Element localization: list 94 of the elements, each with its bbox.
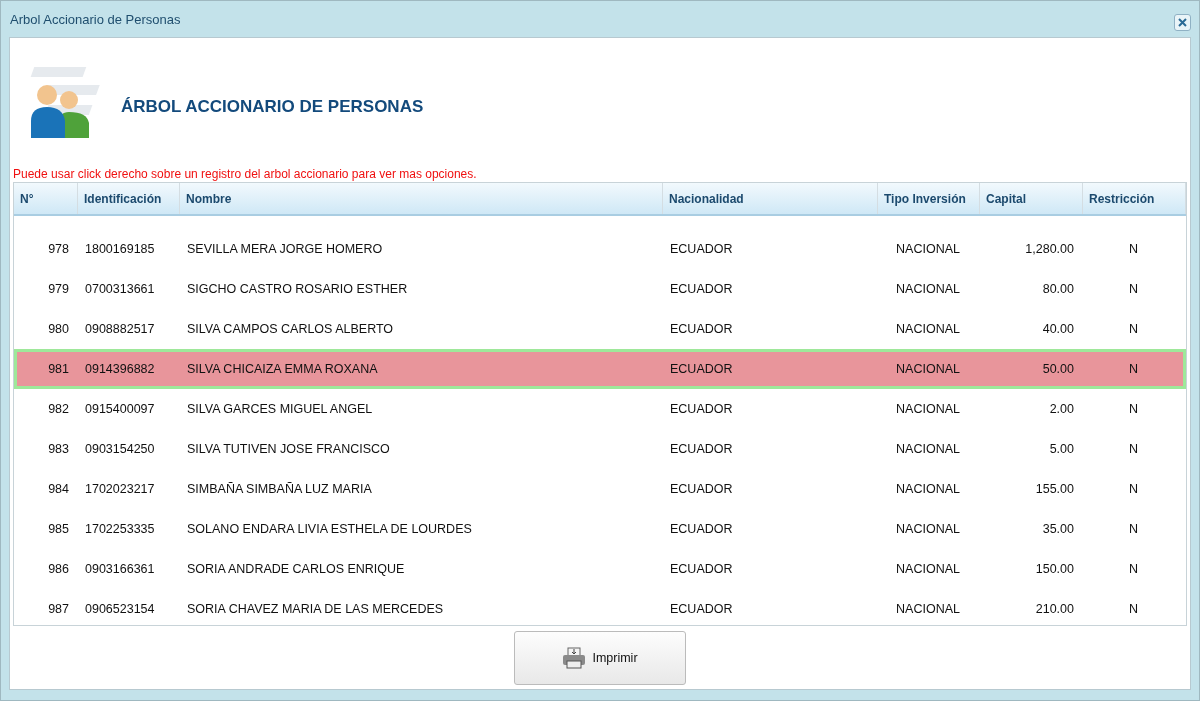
- table-row[interactable]: 984 1702023217 SIMBAÑA SIMBAÑA LUZ MARIA ECUADOR NACIONAL 155.00 N: [14, 469, 1186, 509]
- table-cell-text: 210.00: [1034, 602, 1075, 616]
- table-cell-text: 80.00: [1041, 282, 1075, 296]
- table-cell-text: 5.00: [1048, 442, 1075, 456]
- table-cell-text: NACIONAL: [895, 362, 961, 376]
- table-cell-text: 50.00: [1041, 362, 1075, 376]
- table-cell-text: 986: [47, 562, 70, 576]
- column-header[interactable]: Capital: [980, 183, 1083, 214]
- table-cell-text: 0903166361: [84, 562, 156, 576]
- table-cell-text: 980: [47, 322, 70, 336]
- table-cell-text: NACIONAL: [895, 482, 961, 496]
- table-cell-text: 1702023217: [84, 482, 156, 496]
- table-cell-text: 0700313661: [84, 282, 156, 296]
- table-cell-text: SIGCHO CASTRO ROSARIO ESTHER: [186, 282, 409, 296]
- table-row[interactable]: 979 0700313661 SIGCHO CASTRO ROSARIO ESTHER ECUADOR NACIONAL 80.00 N: [14, 269, 1186, 309]
- table-cell-text: NACIONAL: [895, 522, 961, 536]
- table-cell-text: N: [1128, 442, 1139, 456]
- table-cell-text: SOLANO ENDARA LIVIA ESTHELA DE LOURDES: [186, 522, 473, 536]
- table-cell-text: 35.00: [1041, 522, 1075, 536]
- column-header[interactable]: Tipo Inversión: [878, 183, 980, 214]
- table-cell-text: 1702253335: [84, 522, 156, 536]
- table-cell-text: ECUADOR: [669, 562, 734, 576]
- table-cell-text: SILVA CHICAIZA EMMA ROXANA: [186, 362, 379, 376]
- table-cell-text: SILVA CAMPOS CARLOS ALBERTO: [186, 322, 395, 336]
- column-header[interactable]: Nacionalidad: [663, 183, 878, 214]
- table-cell-text: NACIONAL: [895, 282, 961, 296]
- column-header[interactable]: Identificación: [78, 183, 180, 214]
- table-cell-text: 155.00: [1034, 482, 1075, 496]
- table-cell-text: ECUADOR: [669, 322, 734, 336]
- table-cell-text: N: [1128, 322, 1139, 336]
- table-cell-text: 981: [47, 362, 70, 376]
- page-heading: ÁRBOL ACCIONARIO DE PERSONAS: [121, 97, 424, 117]
- table-cell-text: 979: [47, 282, 70, 296]
- table-row[interactable]: 983 0903154250 SILVA TUTIVEN JOSE FRANCISCO ECUADOR NACIONAL 5.00 N: [14, 429, 1186, 469]
- table-cell-text: 987: [47, 602, 70, 616]
- table-cell-text: 1,280.00: [1024, 242, 1075, 256]
- table-cell-text: 984: [47, 482, 70, 496]
- table-row[interactable]: 982 0915400097 SILVA GARCES MIGUEL ANGEL ECUADOR NACIONAL 2.00 N: [14, 389, 1186, 429]
- column-header[interactable]: Nombre: [180, 183, 663, 214]
- table-cell-text: N: [1128, 602, 1139, 616]
- table-cell-text: N: [1128, 482, 1139, 496]
- column-header[interactable]: N°: [14, 183, 78, 214]
- table-cell-text: NACIONAL: [895, 322, 961, 336]
- table-cell-text: ECUADOR: [669, 402, 734, 416]
- table-cell-text: 1800169185: [84, 242, 156, 256]
- table-cell-text: ECUADOR: [669, 442, 734, 456]
- table-cell-text: 982: [47, 402, 70, 416]
- printer-icon: [562, 646, 587, 669]
- table-row[interactable]: 986 0903166361 SORIA ANDRADE CARLOS ENRIQUE ECUADOR NACIONAL 150.00 N: [14, 549, 1186, 589]
- hint-text: Puede usar click derecho sobre un registro del arbol accionario para ver mas opciones.: [13, 166, 478, 182]
- table-cell-text: 0903154250: [84, 442, 156, 456]
- table-cell-text: 0915400097: [84, 402, 156, 416]
- print-button[interactable]: Imprimir: [514, 630, 686, 685]
- table-row[interactable]: 978 1800169185 SEVILLA MERA JORGE HOMERO ECUADOR NACIONAL 1,280.00 N: [14, 229, 1186, 269]
- table-cell-text: 150.00: [1034, 562, 1075, 576]
- table-cell-text: NACIONAL: [895, 562, 961, 576]
- table-cell-text: SEVILLA MERA JORGE HOMERO: [186, 242, 384, 256]
- close-icon: [1177, 16, 1188, 28]
- selected-row[interactable]: 981 0914396882 SILVA CHICAIZA EMMA ROXANA ECUADOR NACIONAL 50.00 N: [14, 349, 1186, 389]
- table-cell-text: ECUADOR: [669, 282, 734, 296]
- table-cell-text: 978: [47, 242, 70, 256]
- table-cell-text: N: [1128, 282, 1139, 296]
- table-row[interactable]: 987 0906523154 SORIA CHAVEZ MARIA DE LAS MERCEDES ECUADOR NACIONAL 210.00 N: [14, 589, 1186, 625]
- table-cell-text: NACIONAL: [895, 602, 961, 616]
- table-cell-text: SORIA CHAVEZ MARIA DE LAS MERCEDES: [186, 602, 445, 616]
- table-cell-text: N: [1128, 562, 1139, 576]
- table-cell-text: 0914396882: [84, 362, 156, 376]
- table-cell-text: NACIONAL: [895, 442, 961, 456]
- close-button[interactable]: [1174, 13, 1191, 31]
- table-cell-text: 40.00: [1041, 322, 1075, 336]
- table-cell-text: ECUADOR: [669, 482, 734, 496]
- table-cell-text: NACIONAL: [895, 402, 961, 416]
- table-cell-text: ECUADOR: [669, 522, 734, 536]
- table-cell-text: 0908882517: [84, 322, 156, 336]
- table-cell-text: NACIONAL: [895, 242, 961, 256]
- table-cell-text: SILVA TUTIVEN JOSE FRANCISCO: [186, 442, 391, 456]
- table-cell-text: N: [1128, 242, 1139, 256]
- table-cell-text: N: [1128, 522, 1139, 536]
- window-title: Arbol Accionario de Personas: [10, 11, 181, 27]
- table-cell-text: SILVA GARCES MIGUEL ANGEL: [186, 402, 374, 416]
- table-cell-text: SIMBAÑA SIMBAÑA LUZ MARIA: [186, 482, 373, 496]
- table-cell-text: ECUADOR: [669, 602, 734, 616]
- table-cell-text: 2.00: [1048, 402, 1075, 416]
- table-cell-text: 0906523154: [84, 602, 156, 616]
- table-cell-text: ECUADOR: [669, 242, 734, 256]
- table-row[interactable]: 980 0908882517 SILVA CAMPOS CARLOS ALBERTO ECUADOR NACIONAL 40.00 N: [14, 309, 1186, 349]
- table-row[interactable]: 985 1702253335 SOLANO ENDARA LIVIA ESTHELA DE LOURDES ECUADOR NACIONAL 35.00 N: [14, 509, 1186, 549]
- table-cell-text: N: [1128, 362, 1139, 376]
- table-cell-text: N: [1128, 402, 1139, 416]
- table-cell-text: SORIA ANDRADE CARLOS ENRIQUE: [186, 562, 406, 576]
- table-cell-text: 985: [47, 522, 70, 536]
- table-cell-text: ECUADOR: [669, 362, 734, 376]
- table-cell-text: 983: [47, 442, 70, 456]
- column-header[interactable]: Restricción: [1083, 183, 1186, 214]
